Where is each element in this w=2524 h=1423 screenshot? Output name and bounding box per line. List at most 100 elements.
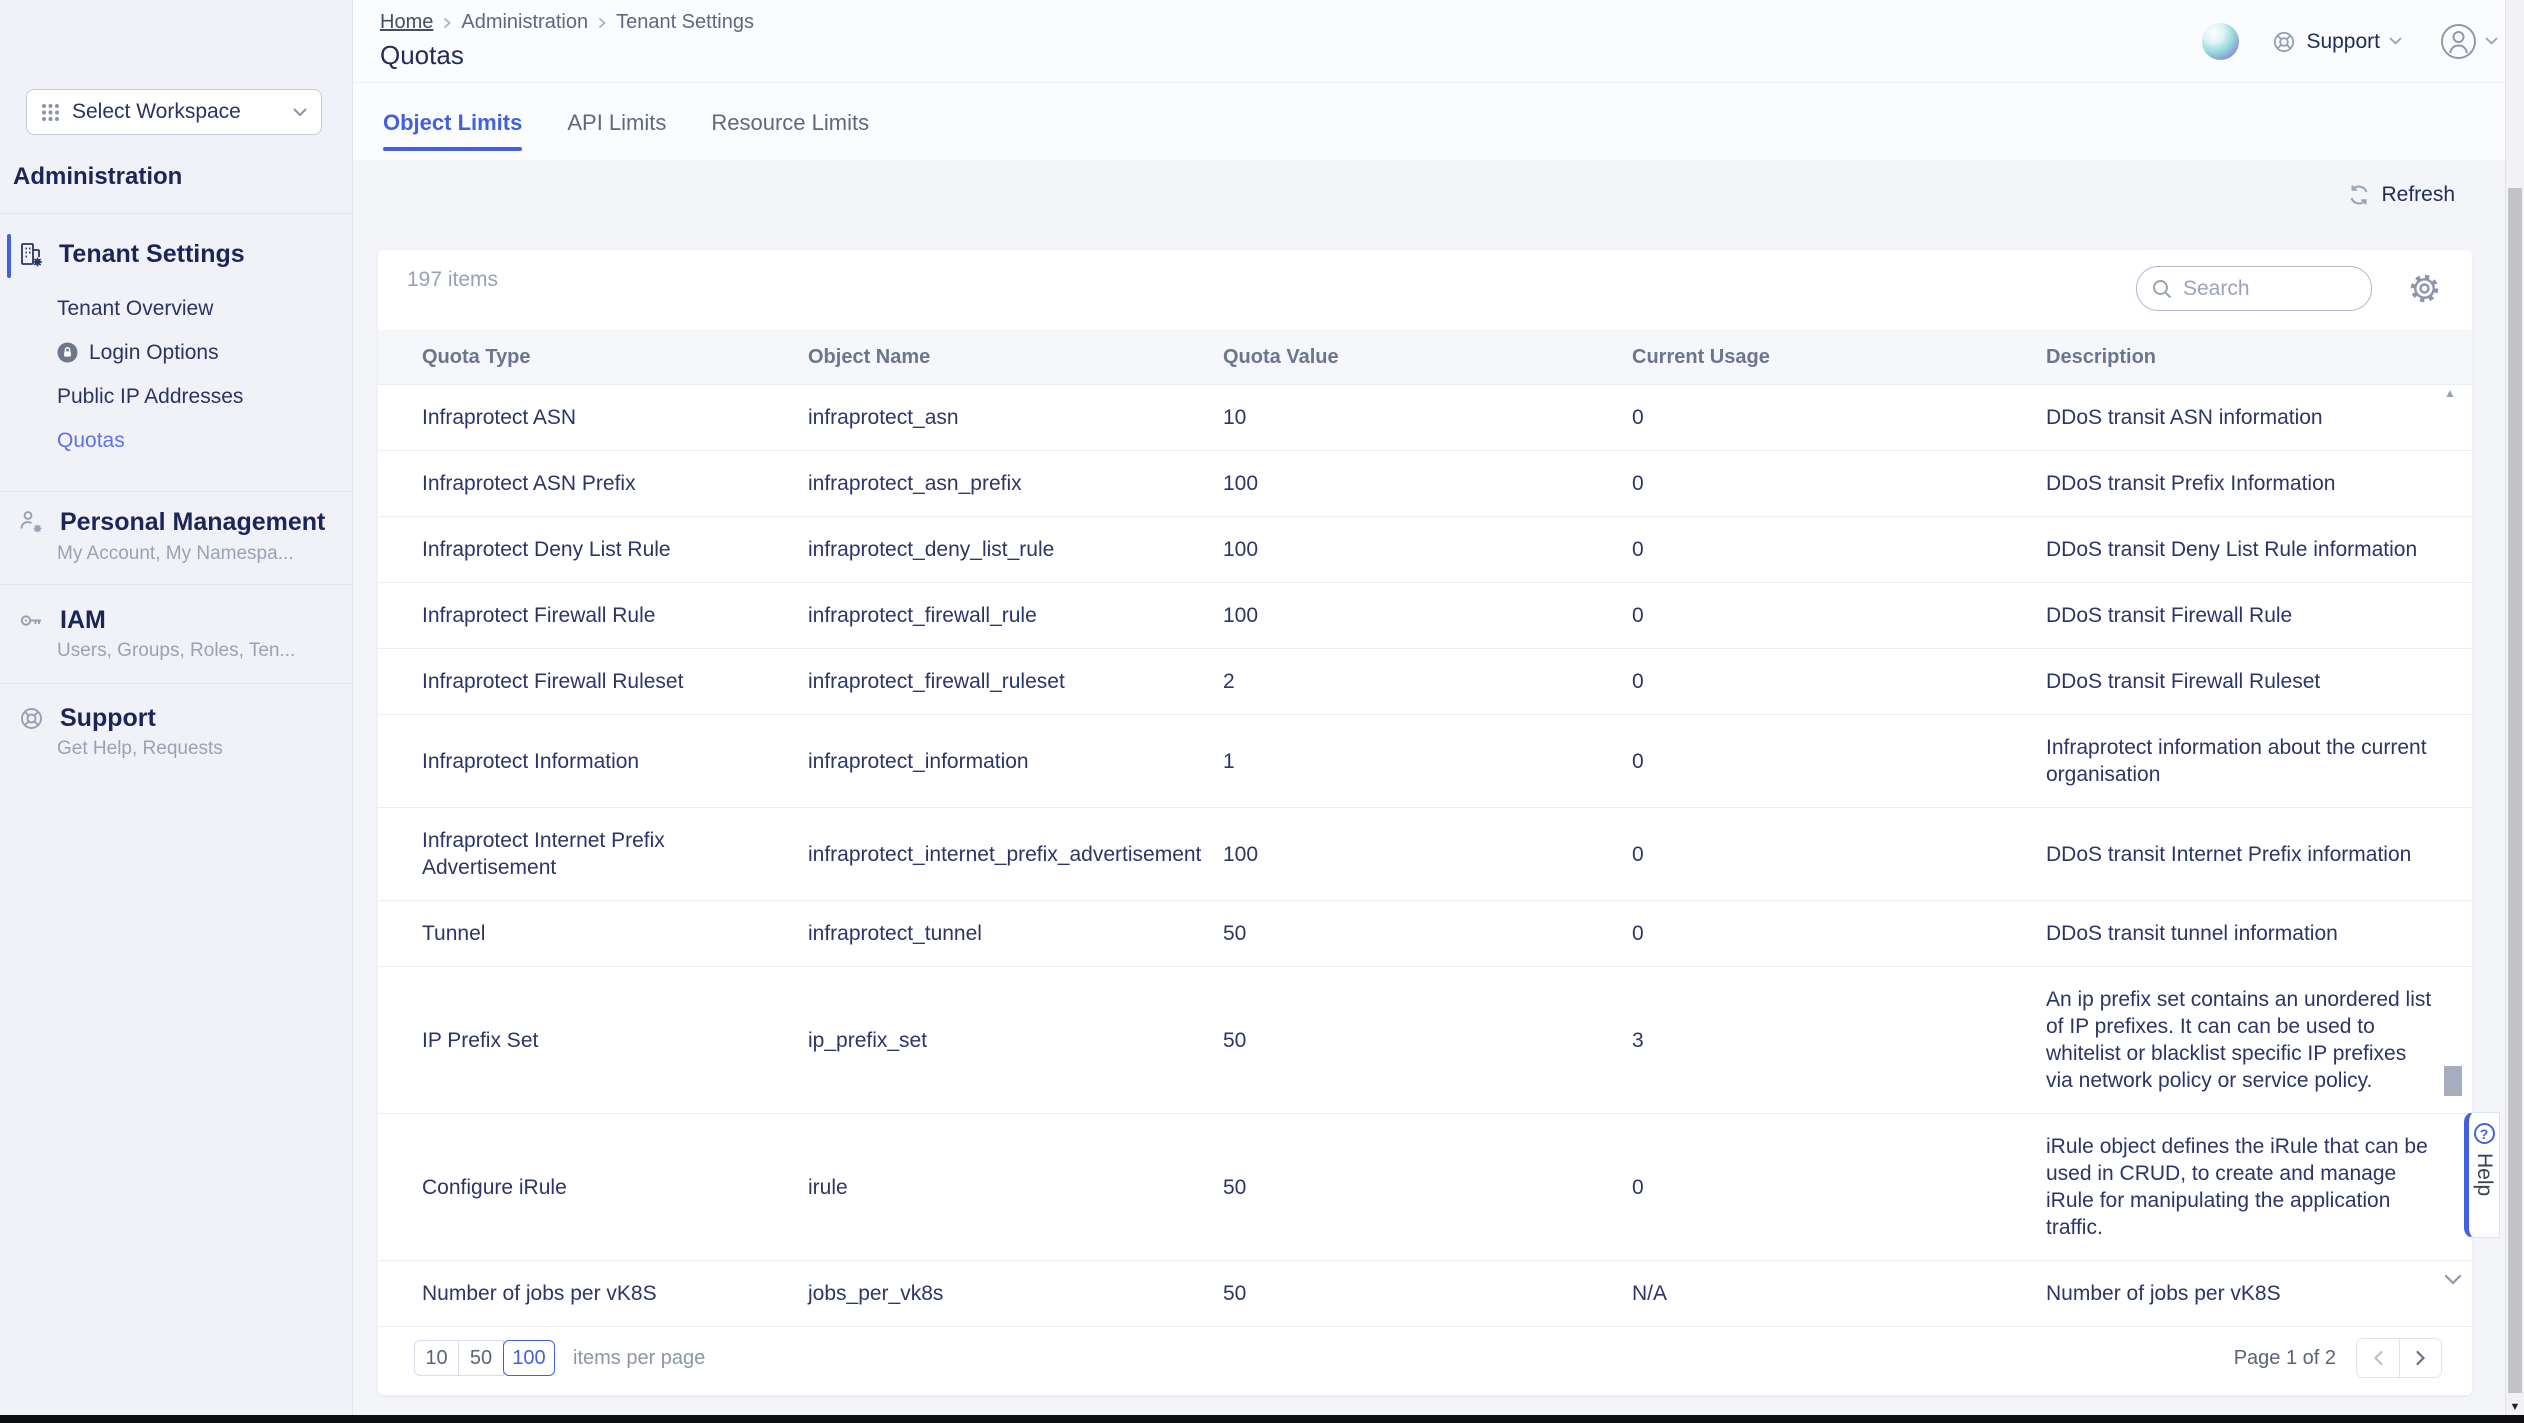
cell-type: Infraprotect Firewall Ruleset <box>422 649 808 714</box>
next-page-button[interactable] <box>2399 1339 2441 1377</box>
page-size-100[interactable]: 100 <box>503 1340 555 1376</box>
cell-desc: Number of jobs per vK8S <box>2046 1261 2472 1326</box>
cell-name: ip_prefix_set <box>808 1008 1223 1073</box>
scroll-up-arrow[interactable]: ▲ <box>2444 386 2456 400</box>
breadcrumb-home-link[interactable]: Home <box>380 11 433 34</box>
sidebar-item-tenant-overview[interactable]: Tenant Overview <box>57 295 243 322</box>
sidebar-item-iam[interactable]: IAM <box>0 606 352 635</box>
cell-usage: 0 <box>1632 517 2046 582</box>
lifebuoy-icon <box>2271 29 2297 55</box>
sidebar: Select Workspace Administration <box>0 0 353 1423</box>
sidebar-item-subtitle: My Account, My Namespa... <box>57 543 294 565</box>
cell-desc: An ip prefix set contains an unordered l… <box>2046 967 2472 1113</box>
column-header-quota-type[interactable]: Quota Type <box>422 346 808 369</box>
workspace-selector-label: Select Workspace <box>72 100 293 124</box>
sidebar-item-tenant-settings[interactable]: Tenant Settings <box>0 240 352 269</box>
refresh-button[interactable]: Refresh <box>2347 183 2455 207</box>
topbar: Support <box>2202 0 2498 83</box>
breadcrumb-item: Tenant Settings <box>616 11 754 34</box>
cell-value: 50 <box>1223 1008 1632 1073</box>
key-icon <box>18 607 45 634</box>
table-row[interactable]: Infraprotect Internet Prefix Advertiseme… <box>378 808 2472 901</box>
chevron-right-icon <box>443 17 451 29</box>
cell-name: infraprotect_firewall_rule <box>808 583 1223 648</box>
column-header-object-name[interactable]: Object Name <box>808 346 1223 369</box>
page-size-10[interactable]: 10 <box>414 1340 459 1376</box>
table-row[interactable]: Infraprotect ASNinfraprotect_asn100DDoS … <box>378 385 2472 451</box>
column-header-description[interactable]: Description <box>2046 346 2472 369</box>
refresh-label: Refresh <box>2381 183 2455 207</box>
cell-usage: 0 <box>1632 385 2046 450</box>
sidebar-item-personal-management[interactable]: Personal Management <box>0 508 352 537</box>
sidebar-item-quotas[interactable]: Quotas <box>57 427 243 454</box>
table-row[interactable]: Infraprotect Informationinfraprotect_inf… <box>378 715 2472 808</box>
table-row[interactable]: IP Prefix Setip_prefix_set503An ip prefi… <box>378 967 2472 1114</box>
cell-desc: DDoS transit Deny List Rule information <box>2046 517 2472 582</box>
page-size-50[interactable]: 50 <box>459 1340 504 1376</box>
column-header-quota-value[interactable]: Quota Value <box>1223 346 1632 369</box>
support-menu[interactable]: Support <box>2271 29 2402 55</box>
app-window: Select Workspace Administration <box>0 0 2524 1423</box>
table-row[interactable]: Tunnelinfraprotect_tunnel500DDoS transit… <box>378 901 2472 967</box>
column-header-current-usage[interactable]: Current Usage <box>1632 346 2046 369</box>
cell-usage: 0 <box>1632 822 2046 887</box>
cell-value: 10 <box>1223 385 1632 450</box>
divider <box>0 584 352 585</box>
help-tab-label: Help <box>2472 1153 2496 1196</box>
cell-name: infraprotect_internet_prefix_advertiseme… <box>808 822 1223 887</box>
content-area: Refresh 197 items <box>353 160 2524 1423</box>
quotas-table-card: 197 items <box>378 250 2472 1395</box>
table-row[interactable]: Configure iRuleirule500iRule object defi… <box>378 1114 2472 1261</box>
main-area: Home Administration Tenant Settings Quot… <box>353 0 2524 1423</box>
gear-icon[interactable] <box>2408 272 2441 305</box>
sidebar-item-label: Support <box>60 704 156 733</box>
scroll-down-arrow[interactable] <box>2444 1274 2462 1285</box>
cell-desc: DDoS transit ASN information <box>2046 385 2472 450</box>
scrollbar-down-arrow[interactable]: ▼ <box>2506 1401 2524 1413</box>
table-scrollbar-thumb[interactable] <box>2444 1066 2462 1096</box>
table-row[interactable]: Infraprotect Firewall Ruleinfraprotect_f… <box>378 583 2472 649</box>
table-row[interactable]: Infraprotect Firewall Rulesetinfraprotec… <box>378 649 2472 715</box>
cell-value: 1 <box>1223 729 1632 794</box>
user-menu[interactable] <box>2440 23 2498 60</box>
help-tab[interactable]: ? Help <box>2464 1112 2500 1238</box>
window-scrollbar[interactable]: ▼ <box>2505 0 2524 1423</box>
building-gear-icon <box>18 241 44 268</box>
cell-usage: 3 <box>1632 1008 2046 1073</box>
cell-type: Tunnel <box>422 901 808 966</box>
cell-desc: DDoS transit Internet Prefix information <box>2046 822 2472 887</box>
table-row[interactable]: Number of jobs per vK8Sjobs_per_vk8s50N/… <box>378 1261 2472 1327</box>
search-box <box>2136 266 2372 311</box>
cell-value: 2 <box>1223 649 1632 714</box>
tab-object-limits[interactable]: Object Limits <box>383 110 522 160</box>
sidebar-item-support[interactable]: Support <box>0 704 352 733</box>
cell-usage: 0 <box>1632 729 2046 794</box>
lock-icon <box>57 342 89 363</box>
support-menu-label: Support <box>2306 30 2380 54</box>
table-row[interactable]: Infraprotect ASN Prefixinfraprotect_asn_… <box>378 451 2472 517</box>
cell-usage: 0 <box>1632 583 2046 648</box>
chevron-right-icon <box>598 17 606 29</box>
cell-value: 100 <box>1223 583 1632 648</box>
window-scrollbar-thumb[interactable] <box>2508 188 2522 1393</box>
tab-api-limits[interactable]: API Limits <box>567 110 666 160</box>
workspace-selector[interactable]: Select Workspace <box>26 89 322 135</box>
tab-resource-limits[interactable]: Resource Limits <box>711 110 869 160</box>
sidebar-item-login-options[interactable]: Login Options <box>57 339 243 366</box>
sidebar-item-label: IAM <box>60 606 106 635</box>
cell-type: Number of jobs per vK8S <box>422 1261 808 1326</box>
cloud-sphere-logo <box>2202 23 2239 60</box>
page-info: Page 1 of 2 <box>2234 1347 2336 1370</box>
search-input[interactable] <box>2183 277 2343 301</box>
sidebar-item-public-ip-addresses[interactable]: Public IP Addresses <box>57 383 243 410</box>
sidebar-section-title: Administration <box>13 163 182 191</box>
table-body: Infraprotect ASNinfraprotect_asn100DDoS … <box>378 385 2472 1327</box>
cell-value: 100 <box>1223 517 1632 582</box>
table-row[interactable]: Infraprotect Deny List Ruleinfraprotect_… <box>378 517 2472 583</box>
table-header: Quota Type Object Name Quota Value Curre… <box>378 330 2472 385</box>
active-indicator <box>7 234 11 278</box>
cell-type: Configure iRule <box>422 1155 808 1220</box>
cell-value: 50 <box>1223 1261 1632 1326</box>
cell-desc: Infraprotect information about the curre… <box>2046 715 2472 807</box>
prev-page-button[interactable] <box>2357 1339 2399 1377</box>
